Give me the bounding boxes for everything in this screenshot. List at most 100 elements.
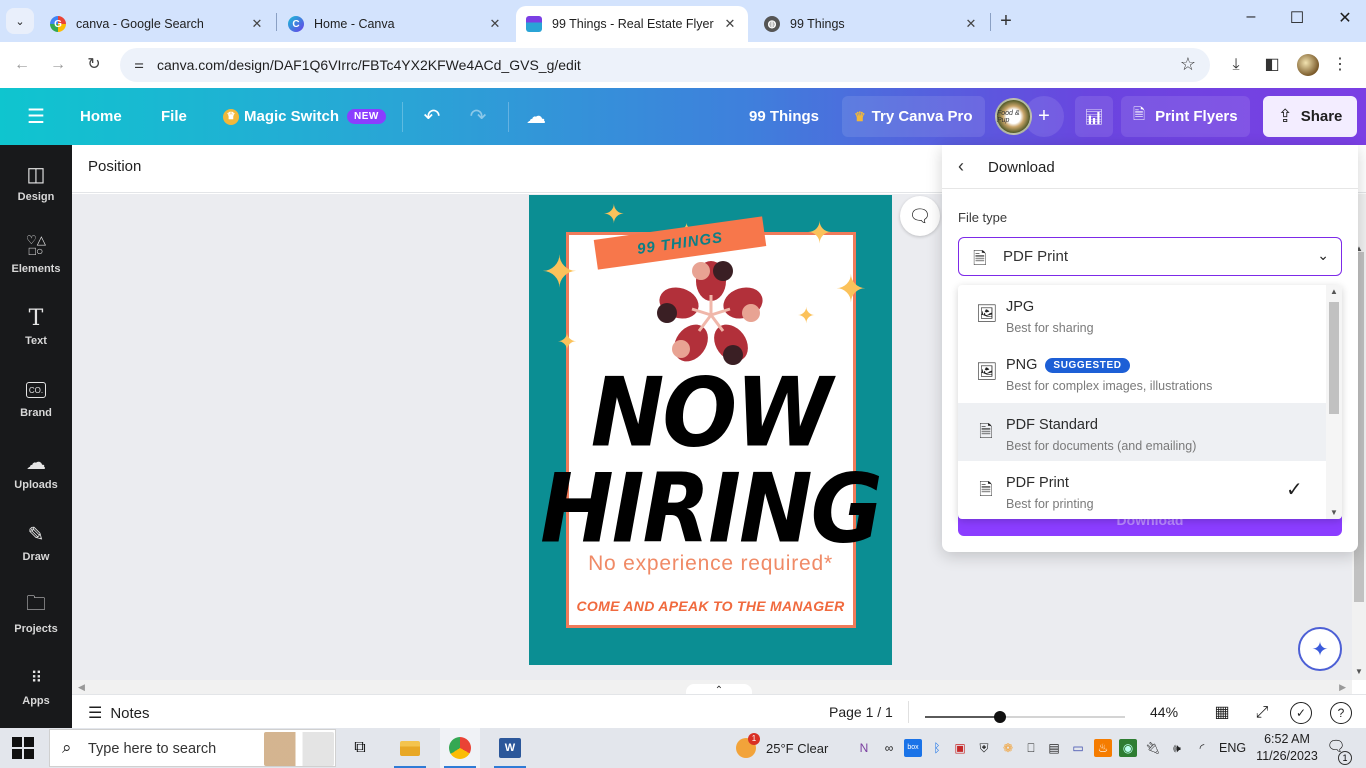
- java-tray-icon[interactable]: ♨: [1094, 739, 1112, 757]
- close-tab-icon[interactable]: ✕: [963, 16, 979, 32]
- volume-tray-icon[interactable]: 🕪︎: [1168, 739, 1186, 757]
- back-button[interactable]: ←: [9, 52, 35, 78]
- task-view-button[interactable]: ⧉: [340, 728, 380, 768]
- browser-tab-real-estate-flyer[interactable]: 99 Things - Real Estate Flyer ✕: [516, 6, 748, 42]
- app-tray-icon[interactable]: ▤: [1045, 739, 1063, 757]
- design-title[interactable]: 99 Things: [749, 88, 819, 145]
- forward-button[interactable]: →: [45, 52, 71, 78]
- print-flyers-button[interactable]: 🗎 Print Flyers: [1121, 96, 1250, 137]
- profile-avatar[interactable]: [1297, 54, 1319, 76]
- notification-center-button[interactable]: 🗨︎ 1: [1324, 737, 1352, 765]
- app-tray-icon[interactable]: ▣: [951, 739, 969, 757]
- main-menu-button[interactable]: ☰: [24, 88, 48, 145]
- magic-assistant-button[interactable]: ✦: [1298, 627, 1342, 671]
- taskbar-search-box[interactable]: ⌕ Type here to search: [49, 729, 336, 767]
- sidebar-item-text[interactable]: T Text: [0, 305, 72, 365]
- page-indicator[interactable]: Page 1 / 1: [829, 704, 893, 720]
- maximize-button[interactable]: ☐: [1282, 8, 1312, 28]
- close-tab-icon[interactable]: ✕: [722, 16, 738, 32]
- tab-search-button[interactable]: ⌄: [6, 8, 34, 34]
- file-type-option-pdf-standard[interactable]: 🗎 PDF Standard Best for documents (and e…: [958, 403, 1326, 461]
- flyer-design-page[interactable]: ✦ ✦ ✦ ✦ ✦ ✦ ✦ 99 THINGS: [529, 195, 892, 665]
- browser-tab-99-things[interactable]: ◍ 99 Things ✕: [754, 6, 989, 42]
- app-tray-icon[interactable]: ❁: [999, 739, 1017, 757]
- print-flyers-label: Print Flyers: [1155, 108, 1238, 125]
- onenote-tray-icon[interactable]: N: [855, 739, 873, 757]
- browser-tab-home-canva[interactable]: C Home - Canva ✕: [278, 6, 513, 42]
- user-avatar[interactable]: Food & Pup: [995, 98, 1032, 135]
- close-window-button[interactable]: ✕: [1330, 8, 1360, 28]
- reload-button[interactable]: ↻: [81, 52, 107, 78]
- creative-cloud-tray-icon[interactable]: ∞: [880, 739, 898, 757]
- zoom-percentage[interactable]: 44%: [1150, 704, 1178, 720]
- add-comment-button[interactable]: 🗨︎: [900, 196, 940, 236]
- bookmark-star-icon[interactable]: ☆: [1180, 54, 1196, 75]
- battery-tray-icon[interactable]: 🔌︎: [1144, 739, 1162, 757]
- windows-start-button[interactable]: [10, 736, 36, 760]
- sidebar-item-label: Design: [17, 191, 55, 203]
- language-indicator[interactable]: ENG: [1219, 728, 1246, 768]
- sidebar-item-uploads[interactable]: ☁ Uploads: [0, 449, 72, 509]
- file-explorer-button[interactable]: [390, 728, 430, 768]
- sidebar-item-elements[interactable]: ♡△ □○ Elements: [0, 233, 72, 293]
- scroll-down-arrow-icon[interactable]: ▼: [1326, 508, 1342, 517]
- url-text[interactable]: canva.com/design/DAF1Q6VIrrc/FBTc4YX2KFW…: [157, 57, 581, 73]
- security-shield-tray-icon[interactable]: ⛨: [975, 739, 993, 757]
- close-tab-icon[interactable]: ✕: [487, 16, 503, 32]
- site-settings-icon[interactable]: ⚌: [130, 56, 148, 74]
- zoom-slider-handle[interactable]: [994, 711, 1006, 723]
- grid-view-icon[interactable]: ▦: [1210, 701, 1234, 725]
- file-type-label: File type: [958, 210, 1008, 225]
- sidebar-item-design[interactable]: ◫ Design: [0, 161, 72, 221]
- try-canva-pro-button[interactable]: ♛ Try Canva Pro: [842, 96, 985, 137]
- notes-button[interactable]: ☰ Notes: [88, 703, 150, 723]
- scroll-right-arrow-icon[interactable]: ▶: [1339, 680, 1346, 694]
- sidebar-item-projects[interactable]: 🗀 Projects: [0, 593, 72, 653]
- address-bar[interactable]: ⚌ canva.com/design/DAF1Q6VIrrc/FBTc4YX2K…: [120, 48, 1210, 82]
- bluetooth-tray-icon[interactable]: ᛒ: [928, 739, 946, 757]
- camera-tray-icon[interactable]: ⎕: [1022, 739, 1040, 757]
- browser-menu-icon[interactable]: ⋮: [1328, 53, 1352, 77]
- downloads-icon[interactable]: ⤓: [1224, 53, 1248, 77]
- back-chevron-icon[interactable]: ‹: [958, 156, 974, 177]
- weather-widget[interactable]: 1 25°F Clear: [736, 728, 828, 768]
- zoom-slider[interactable]: [925, 711, 1125, 723]
- nvidia-tray-icon[interactable]: ◉: [1119, 739, 1137, 757]
- minimize-button[interactable]: –: [1236, 8, 1266, 26]
- scrollbar-thumb[interactable]: [1329, 302, 1339, 414]
- dropdown-scrollbar[interactable]: ▲ ▼: [1326, 285, 1342, 519]
- scroll-up-arrow-icon[interactable]: ▲: [1326, 287, 1342, 296]
- sidebar-item-draw[interactable]: ✎ Draw: [0, 521, 72, 581]
- save-status-button[interactable]: ☁: [521, 102, 551, 132]
- word-taskbar-button[interactable]: W: [490, 728, 530, 768]
- file-type-select[interactable]: 🗎 PDF Print ⌄: [958, 237, 1342, 276]
- browser-tab-google-search[interactable]: G canva - Google Search ✕: [40, 6, 275, 42]
- file-type-option-png[interactable]: 🖼︎ PNG SUGGESTED Best for complex images…: [958, 343, 1326, 401]
- help-question-icon[interactable]: ?: [1330, 702, 1352, 724]
- sidebar-item-apps[interactable]: ⠿ Apps: [0, 665, 72, 725]
- position-button[interactable]: Position: [88, 158, 141, 175]
- new-tab-button[interactable]: +: [996, 10, 1016, 33]
- crown-icon: ♛: [223, 108, 239, 125]
- scroll-down-arrow-icon[interactable]: ▼: [1352, 667, 1366, 676]
- redo-button[interactable]: ↷: [463, 102, 493, 132]
- undo-button[interactable]: ↶: [417, 102, 447, 132]
- magic-switch-button[interactable]: ♛ Magic Switch NEW: [223, 88, 386, 145]
- taskbar-clock[interactable]: 6:52 AM 11/26/2023: [1256, 731, 1318, 765]
- file-type-option-jpg[interactable]: 🖼︎ JPG Best for sharing: [958, 285, 1326, 343]
- display-tray-icon[interactable]: ▭: [1069, 739, 1087, 757]
- fullscreen-expand-icon[interactable]: ⤢: [1250, 701, 1274, 725]
- wifi-tray-icon[interactable]: ◜: [1193, 739, 1211, 757]
- check-circle-icon[interactable]: ✓: [1290, 702, 1312, 724]
- chrome-taskbar-button[interactable]: [440, 728, 480, 768]
- file-type-option-pdf-print[interactable]: 🗎 PDF Print Best for printing ✓: [958, 461, 1326, 519]
- file-menu-button[interactable]: File: [161, 88, 187, 145]
- box-tray-icon[interactable]: box: [904, 739, 922, 757]
- close-tab-icon[interactable]: ✕: [249, 16, 265, 32]
- side-panel-icon[interactable]: ◧: [1260, 53, 1284, 77]
- insights-button[interactable]: 📊︎: [1075, 96, 1113, 137]
- home-button[interactable]: Home: [80, 88, 122, 145]
- scroll-left-arrow-icon[interactable]: ◀: [78, 680, 85, 694]
- share-button[interactable]: ⇪ Share: [1263, 96, 1357, 137]
- sidebar-item-brand[interactable]: CO. Brand: [0, 377, 72, 437]
